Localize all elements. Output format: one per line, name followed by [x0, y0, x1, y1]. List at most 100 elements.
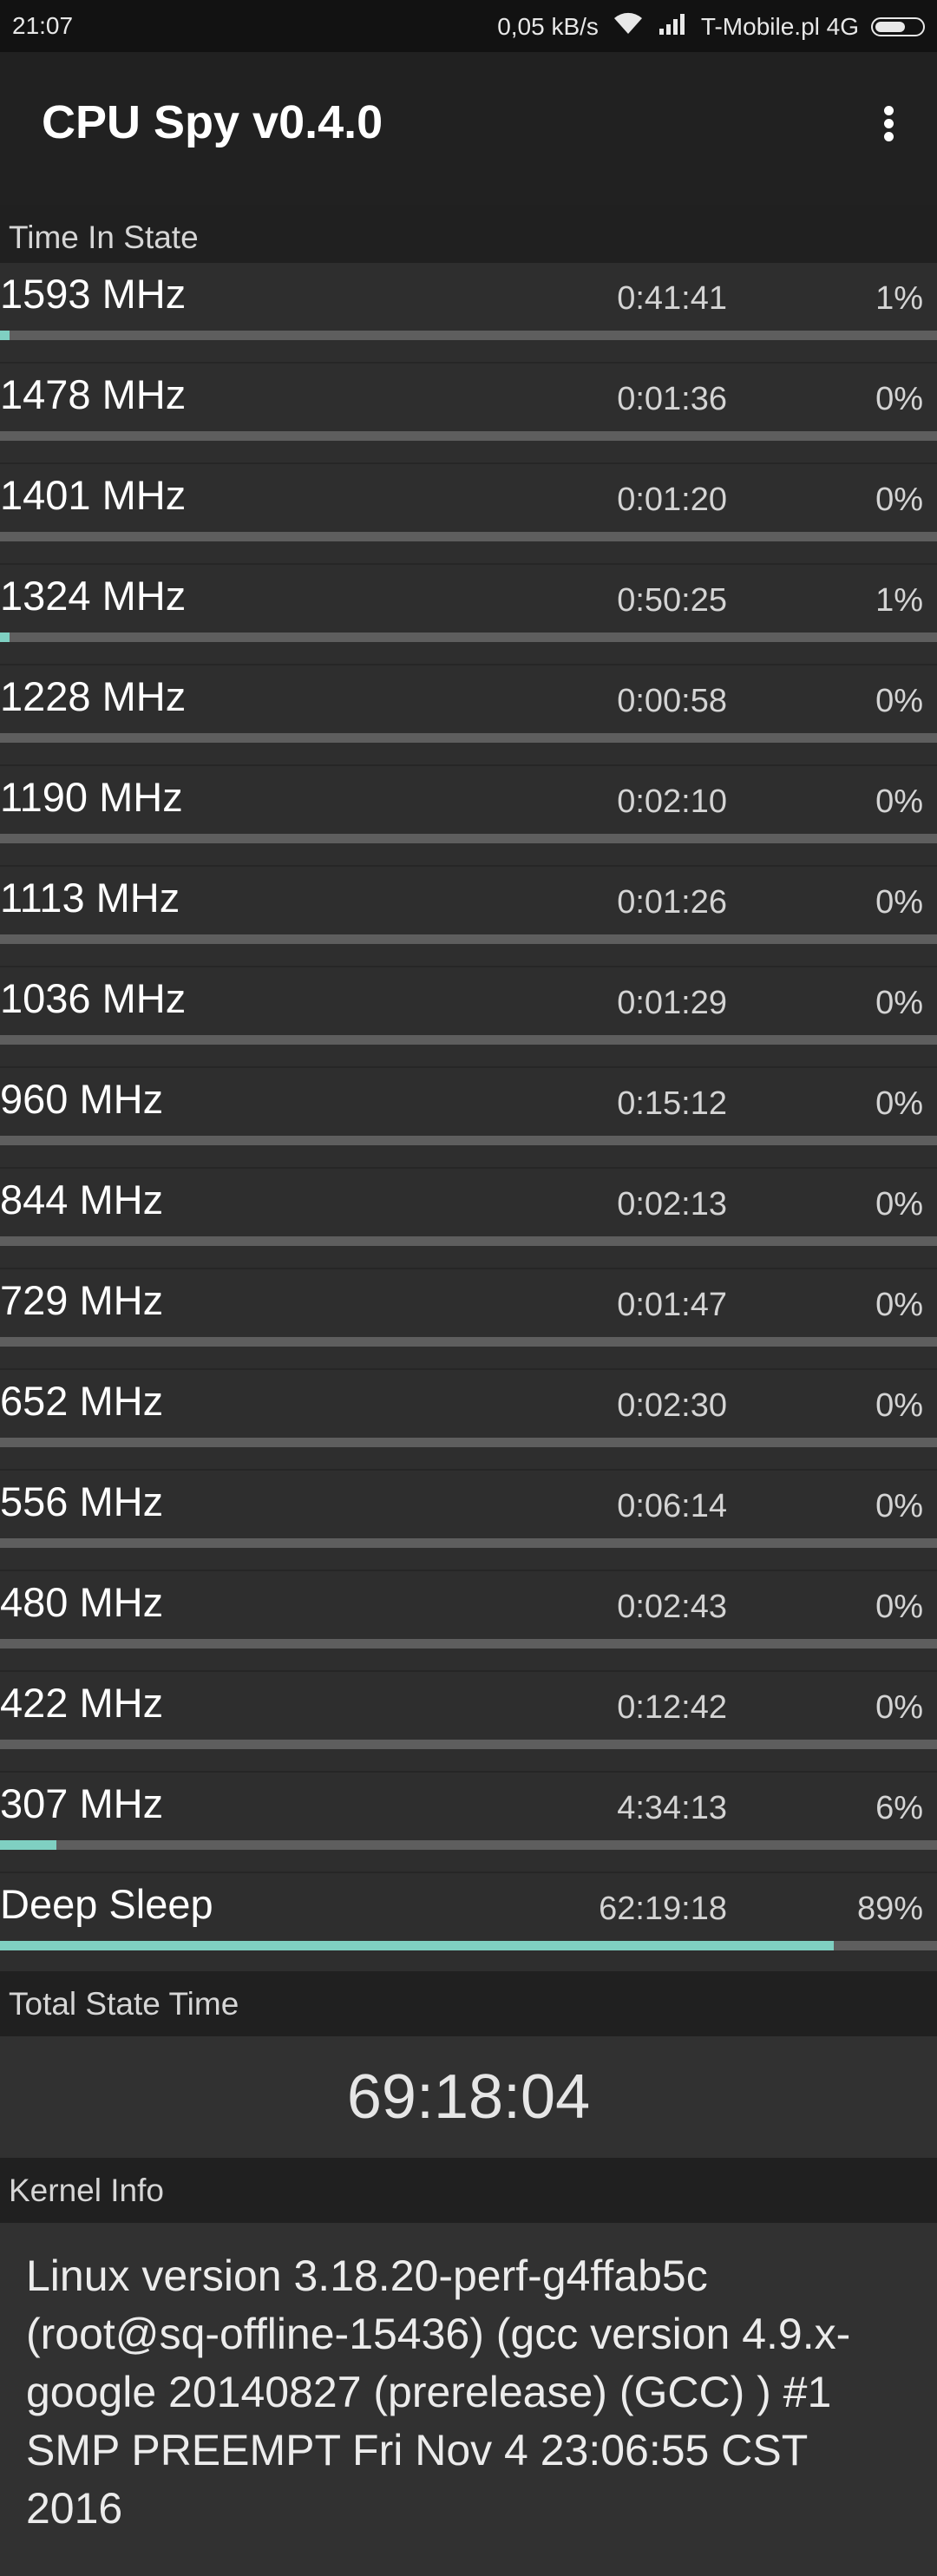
- state-percent: 0%: [875, 1387, 923, 1424]
- state-percent: 0%: [875, 884, 923, 921]
- state-frequency: 652 MHz: [0, 1378, 164, 1424]
- state-row: 729 MHz 0:01:47 0%: [0, 1269, 937, 1370]
- state-progress-fill: [0, 1941, 835, 1950]
- state-percent: 0%: [875, 985, 923, 1021]
- state-duration: 0:01:20: [617, 482, 727, 518]
- state-duration: 62:19:18: [599, 1891, 727, 1927]
- state-frequency: 1113 MHz: [0, 875, 180, 921]
- state-frequency: 480 MHz: [0, 1579, 164, 1625]
- state-progress-fill: [0, 633, 10, 642]
- state-duration: 0:12:42: [617, 1689, 727, 1726]
- status-time: 21:07: [12, 12, 74, 39]
- state-duration: 0:02:13: [617, 1186, 727, 1222]
- state-row: 652 MHz 0:02:30 0%: [0, 1370, 937, 1471]
- state-frequency: 1593 MHz: [0, 271, 187, 317]
- state-progress-fill: [0, 1840, 56, 1850]
- state-progress-bar: [0, 834, 937, 843]
- state-row: 1478 MHz 0:01:36 0%: [0, 364, 937, 464]
- time-in-state-header: Time In State: [0, 205, 937, 270]
- state-row: 1036 MHz 0:01:29 0%: [0, 967, 937, 1068]
- state-row: 1113 MHz 0:01:26 0%: [0, 867, 937, 967]
- state-row: 307 MHz 4:34:13 6%: [0, 1773, 937, 1873]
- state-duration: 0:01:26: [617, 884, 727, 921]
- state-row: 1190 MHz 0:02:10 0%: [0, 766, 937, 867]
- state-progress-bar: [0, 1438, 937, 1447]
- state-percent: 0%: [875, 783, 923, 820]
- state-percent: 0%: [875, 1689, 923, 1726]
- state-row: 1401 MHz 0:01:20 0%: [0, 464, 937, 565]
- state-progress-bar: [0, 331, 937, 340]
- state-progress-bar: [0, 532, 937, 541]
- state-percent: 1%: [875, 280, 923, 317]
- wifi-icon: [611, 10, 645, 43]
- state-percent: 0%: [875, 1287, 923, 1323]
- state-progress-bar: [0, 1840, 937, 1850]
- state-percent: 0%: [875, 1488, 923, 1524]
- state-duration: 0:01:36: [617, 381, 727, 417]
- state-frequency: 422 MHz: [0, 1680, 164, 1726]
- state-percent: 1%: [875, 582, 923, 619]
- state-row: 422 MHz 0:12:42 0%: [0, 1672, 937, 1773]
- kernel-info-header: Kernel Info: [0, 2158, 937, 2223]
- state-progress-bar: [0, 733, 937, 743]
- state-duration: 0:00:58: [617, 683, 727, 719]
- state-percent: 0%: [875, 1589, 923, 1625]
- state-progress-bar: [0, 1639, 937, 1649]
- state-duration: 4:34:13: [617, 1790, 727, 1826]
- state-frequency: 960 MHz: [0, 1076, 164, 1122]
- state-duration: 0:01:47: [617, 1287, 727, 1323]
- status-right: 0,05 kB/s T-Mobile.pl 4G: [497, 10, 925, 43]
- state-frequency: 1190 MHz: [0, 774, 183, 820]
- state-duration: 0:50:25: [617, 582, 727, 619]
- state-row: 556 MHz 0:06:14 0%: [0, 1471, 937, 1571]
- state-progress-bar: [0, 1538, 937, 1548]
- state-row: 1593 MHz 0:41:41 1%: [0, 263, 937, 364]
- state-percent: 0%: [875, 1085, 923, 1122]
- state-duration: 0:06:14: [617, 1488, 727, 1524]
- state-duration: 0:01:29: [617, 985, 727, 1021]
- total-state-time-header: Total State Time: [0, 1971, 937, 2036]
- app-title: CPU Spy v0.4.0: [42, 96, 383, 148]
- battery-icon: [871, 16, 925, 36]
- state-progress-bar: [0, 431, 937, 441]
- state-frequency: 556 MHz: [0, 1478, 164, 1524]
- network-speed: 0,05 kB/s: [497, 12, 599, 40]
- state-percent: 89%: [856, 1891, 923, 1927]
- state-frequency: 1036 MHz: [0, 975, 187, 1021]
- state-progress-bar: [0, 1136, 937, 1145]
- state-progress-bar: [0, 1740, 937, 1749]
- state-frequency: Deep Sleep: [0, 1881, 213, 1927]
- state-duration: 0:02:10: [617, 783, 727, 820]
- status-bar: 21:07 0,05 kB/s T-Mobile.pl 4G: [0, 0, 937, 52]
- state-duration: 0:15:12: [617, 1085, 727, 1122]
- state-duration: 0:02:43: [617, 1589, 727, 1625]
- carrier-label: T-Mobile.pl 4G: [700, 12, 859, 40]
- state-frequency: 1324 MHz: [0, 573, 187, 619]
- state-frequency: 844 MHz: [0, 1177, 164, 1222]
- state-duration: 0:41:41: [617, 280, 727, 317]
- state-row: 960 MHz 0:15:12 0%: [0, 1068, 937, 1169]
- total-state-time-value: 69:18:04: [0, 2036, 937, 2158]
- app-bar: CPU Spy v0.4.0: [0, 52, 937, 205]
- state-duration: 0:02:30: [617, 1387, 727, 1424]
- time-in-state-list: 1593 MHz 0:41:41 1% 1478 MHz 0:01:36 0% 1401 M…: [0, 263, 937, 1974]
- state-row: 844 MHz 0:02:13 0%: [0, 1169, 937, 1269]
- state-percent: 0%: [875, 1186, 923, 1222]
- state-progress-bar: [0, 934, 937, 944]
- state-progress-bar: [0, 1236, 937, 1246]
- state-percent: 0%: [875, 381, 923, 417]
- state-row: Deep Sleep 62:19:18 89%: [0, 1873, 937, 1974]
- state-progress-bar: [0, 1337, 937, 1347]
- signal-icon: [658, 11, 689, 42]
- state-percent: 0%: [875, 482, 923, 518]
- overflow-menu-icon[interactable]: [862, 102, 914, 154]
- state-percent: 6%: [875, 1790, 923, 1826]
- state-frequency: 307 MHz: [0, 1780, 164, 1826]
- state-progress-fill: [0, 331, 10, 340]
- state-frequency: 1478 MHz: [0, 371, 187, 417]
- state-progress-bar: [0, 1941, 937, 1950]
- state-frequency: 1401 MHz: [0, 472, 187, 518]
- state-percent: 0%: [875, 683, 923, 719]
- state-row: 480 MHz 0:02:43 0%: [0, 1571, 937, 1672]
- state-frequency: 729 MHz: [0, 1277, 164, 1323]
